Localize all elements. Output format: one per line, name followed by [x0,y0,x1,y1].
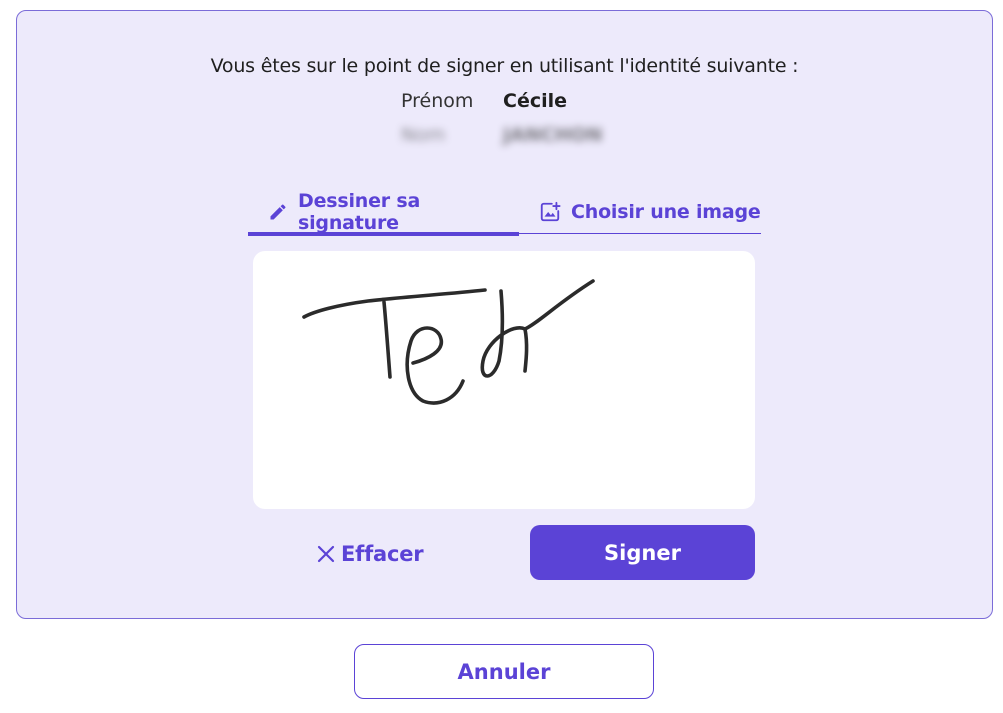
signature-stroke [480,279,595,378]
tab-draw-signature[interactable]: Dessiner sa signature [248,189,519,236]
sign-button-label: Signer [604,540,681,565]
signature-panel: Vous êtes sur le point de signer en util… [16,10,993,619]
signature-stroke [523,327,529,373]
signature-stroke [382,300,392,379]
cancel-button[interactable]: Annuler [354,644,654,699]
identity-last-name-row: Nom JANCHON [401,122,661,148]
signature-strokes [302,279,595,405]
signature-stroke [405,326,465,405]
first-name-label: Prénom [401,90,474,112]
first-name-value: Cécile [503,90,568,112]
signature-stroke [302,288,487,319]
signature-canvas[interactable] [253,251,755,509]
sign-button[interactable]: Signer [530,525,755,580]
add-image-icon [539,201,561,223]
clear-button-label: Effacer [341,542,424,566]
clear-button[interactable]: Effacer [317,539,424,569]
pencil-icon [268,202,288,222]
identity-first-name-row: Prénom Cécile [401,88,661,114]
last-name-value: JANCHON [503,124,603,146]
last-name-label: Nom [401,124,446,146]
intro-text: Vous êtes sur le point de signer en util… [210,55,799,77]
close-icon [317,545,335,563]
cancel-button-label: Annuler [457,659,551,684]
tab-choose-image[interactable]: Choisir une image [538,189,761,234]
tab-choose-image-label: Choisir une image [571,200,761,223]
signature-mode-tabs: Dessiner sa signature Choisir une image [248,189,761,236]
tab-draw-signature-label: Dessiner sa signature [298,189,421,234]
